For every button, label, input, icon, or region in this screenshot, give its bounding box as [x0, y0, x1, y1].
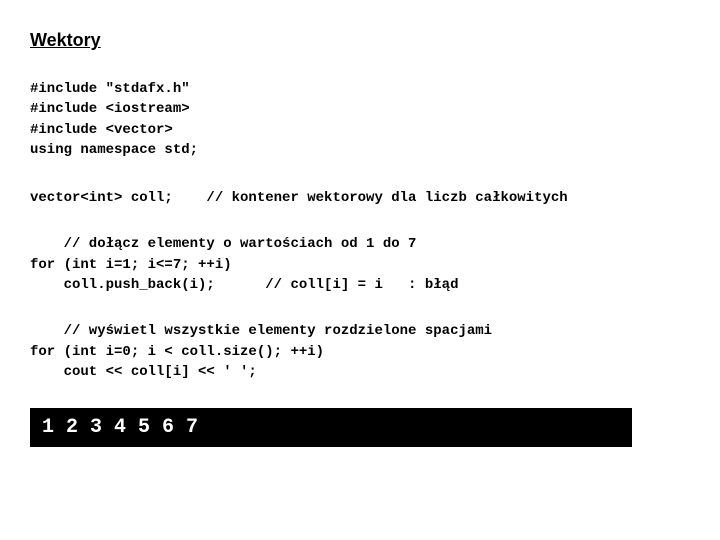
- for-line: for (int i=0; i < coll.size(); ++i): [30, 344, 324, 360]
- for-line: for (int i=1; i<=7; ++i): [30, 257, 232, 273]
- body-line: coll.push_back(i); // coll[i] = i : błąd: [30, 277, 458, 293]
- body-line: cout << coll[i] << ' ';: [30, 364, 257, 380]
- loop-block-append: // dołącz elementy o wartościach od 1 do…: [30, 234, 690, 295]
- declaration-line: vector<int> coll; // kontener wektorowy …: [30, 188, 690, 208]
- comment-line: // dołącz elementy o wartościach od 1 do…: [30, 236, 416, 252]
- comment-line: // wyświetl wszystkie elementy rozdzielo…: [30, 323, 492, 339]
- using-line: using namespace std;: [30, 142, 198, 158]
- loop-block-print: // wyświetl wszystkie elementy rozdzielo…: [30, 321, 690, 382]
- include-line: #include <iostream>: [30, 101, 190, 117]
- program-output: 1 2 3 4 5 6 7: [30, 408, 632, 447]
- page-title: Wektory: [30, 30, 690, 51]
- includes-block: #include "stdafx.h" #include <iostream> …: [30, 79, 690, 160]
- include-line: #include "stdafx.h": [30, 81, 190, 97]
- include-line: #include <vector>: [30, 122, 173, 138]
